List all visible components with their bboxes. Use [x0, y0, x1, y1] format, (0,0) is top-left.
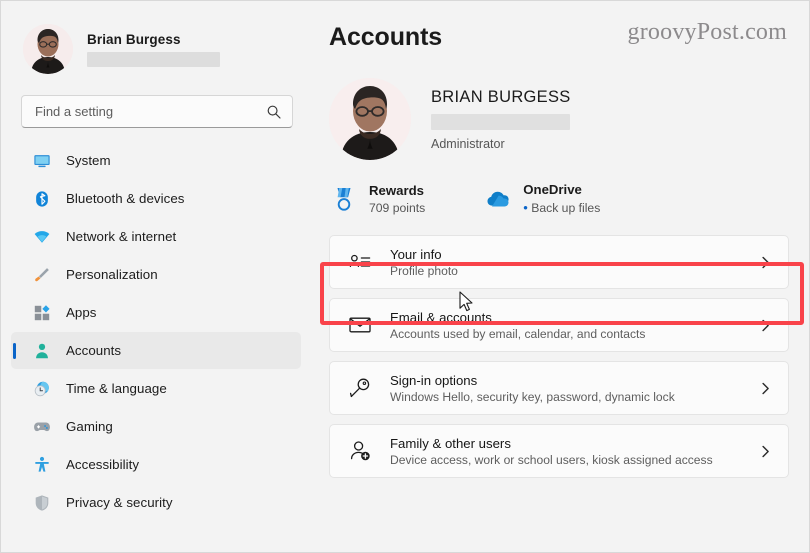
apps-icon [34, 304, 50, 320]
service-subtitle: 709 points [369, 200, 426, 215]
sidebar-item-label: Accessibility [66, 457, 140, 472]
card-title: Family & other users [390, 435, 511, 451]
sidebar-item-network-internet[interactable]: Network & internet [11, 218, 301, 255]
sidebar-item-label: Accounts [66, 343, 122, 358]
account-role: Administrator [431, 136, 505, 151]
search-icon[interactable] [266, 104, 282, 120]
gamepad-icon [34, 422, 50, 431]
service-subtitle: • Back up files [523, 200, 600, 215]
sidebar-item-accessibility[interactable]: Accessibility [11, 446, 301, 483]
avatar-photo [23, 24, 73, 74]
sidebar-item-apps[interactable]: Apps [11, 294, 301, 331]
card-subtitle: Windows Hello, security key, password, d… [390, 389, 675, 404]
wifi-icon [34, 230, 50, 243]
card-family-other-users[interactable]: Family & other users Device access, work… [329, 424, 789, 478]
service-text: Rewards 709 points [369, 183, 425, 215]
service-rewards[interactable]: Rewards 709 points [331, 182, 425, 215]
card-title: Your info [390, 246, 442, 262]
sidebar-profile-name: Brian Burgess [87, 31, 181, 47]
avatar-photo [329, 78, 411, 160]
chevron-right-icon[interactable] [759, 256, 772, 269]
key-icon [349, 378, 370, 398]
paintbrush-icon [35, 267, 49, 281]
search-input[interactable] [35, 104, 266, 119]
sidebar-item-gaming[interactable]: Gaming [11, 408, 301, 445]
chevron-right-icon[interactable] [759, 382, 772, 395]
main-content: groovyPost.com Accounts BRIAN BURGESS Ad… [311, 1, 809, 552]
sidebar-item-label: Network & internet [66, 229, 177, 244]
card-title: Sign-in options [390, 372, 478, 388]
card-text: Email & accounts Accounts used by email,… [390, 310, 741, 341]
service-title: Rewards [369, 182, 424, 198]
bluetooth-icon [36, 190, 48, 207]
sidebar-item-label: Bluetooth & devices [66, 191, 185, 206]
account-name: BRIAN BURGESS [431, 87, 571, 106]
sidebar-item-label: Privacy & security [66, 495, 173, 510]
service-title: OneDrive [523, 182, 582, 197]
person-add-icon [350, 441, 370, 461]
medal-icon [337, 187, 351, 211]
person-icon [36, 343, 48, 358]
card-subtitle: Device access, work or school users, kio… [390, 452, 713, 467]
cloud-icon [487, 191, 509, 206]
clock-globe-icon [34, 381, 49, 396]
sidebar-item-bluetooth-devices[interactable]: Bluetooth & devices [11, 180, 301, 217]
chevron-right-icon[interactable] [759, 445, 772, 458]
service-onedrive[interactable]: OneDrive • Back up files [485, 182, 600, 215]
sidebar-item-label: System [66, 153, 111, 168]
envelope-icon [349, 317, 371, 333]
card-subtitle: Profile photo [390, 263, 458, 278]
account-avatar[interactable] [329, 78, 411, 160]
sidebar-item-label: Personalization [66, 267, 158, 282]
contact-card-icon [349, 254, 371, 268]
settings-card-list: Your info Profile photo Email & accounts… [321, 235, 791, 478]
monitor-icon [34, 154, 50, 167]
account-email-redacted [431, 113, 570, 130]
card-your-info[interactable]: Your info Profile photo [329, 235, 789, 289]
card-sign-in-options[interactable]: Sign-in options Windows Hello, security … [329, 361, 789, 415]
chevron-right-icon[interactable] [759, 319, 772, 332]
accessibility-icon [35, 456, 49, 472]
service-subtitle-text: Back up files [531, 201, 601, 215]
sidebar-item-label: Apps [66, 305, 97, 320]
bullet-icon: • [523, 200, 528, 215]
sidebar-profile[interactable]: Brian Burgess [1, 19, 311, 79]
settings-window: Brian Burgess System [0, 0, 810, 553]
avatar[interactable] [23, 24, 73, 74]
sidebar-item-label: Time & language [66, 381, 167, 396]
card-email-accounts[interactable]: Email & accounts Accounts used by email,… [329, 298, 789, 352]
watermark: groovyPost.com [627, 19, 787, 45]
search-box[interactable] [21, 95, 293, 128]
card-text: Your info Profile photo [390, 247, 741, 278]
sidebar: Brian Burgess System [1, 1, 311, 552]
sidebar-item-accounts[interactable]: Accounts [11, 332, 301, 369]
card-subtitle: Accounts used by email, calendar, and co… [390, 326, 646, 341]
services-row: Rewards 709 points OneDrive • Back up fi… [331, 182, 791, 215]
sidebar-nav: System Bluetooth & devices Network & int… [1, 142, 311, 521]
sidebar-item-label: Gaming [66, 419, 113, 434]
service-text: OneDrive • Back up files [523, 182, 600, 215]
sidebar-profile-text: Brian Burgess [87, 32, 220, 67]
account-hero: BRIAN BURGESS Administrator [329, 78, 791, 160]
card-text: Sign-in options Windows Hello, security … [390, 373, 741, 404]
shield-icon [35, 494, 49, 511]
sidebar-item-system[interactable]: System [11, 142, 301, 179]
sidebar-item-personalization[interactable]: Personalization [11, 256, 301, 293]
sidebar-profile-email-redacted [87, 51, 220, 67]
account-hero-text: BRIAN BURGESS Administrator [431, 88, 571, 151]
sidebar-item-time-language[interactable]: Time & language [11, 370, 301, 407]
card-text: Family & other users Device access, work… [390, 436, 741, 467]
sidebar-item-privacy-security[interactable]: Privacy & security [11, 484, 301, 521]
card-title: Email & accounts [390, 309, 492, 325]
